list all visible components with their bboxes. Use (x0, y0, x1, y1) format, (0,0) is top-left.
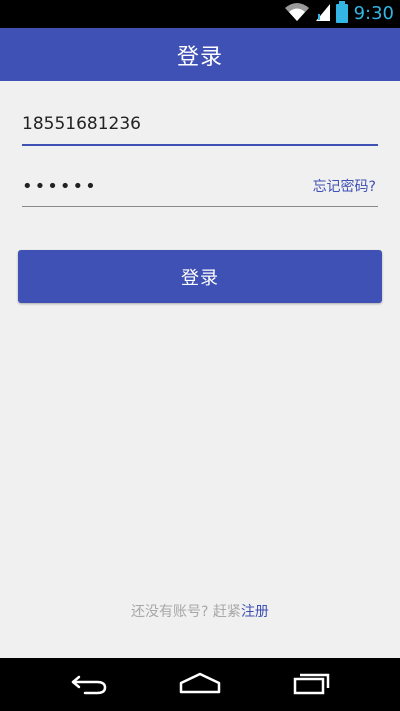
page-title: 登录 (176, 44, 223, 70)
register-prompt-line: 还没有账号? 赶紧注册 (0, 601, 400, 621)
register-prompt-text: 还没有账号? 赶紧 (131, 604, 241, 620)
signal-icon (315, 2, 330, 26)
login-button[interactable]: 登录 (18, 250, 382, 303)
password-field-container: 忘记密码? (22, 166, 378, 207)
register-link[interactable]: 注册 (241, 604, 269, 620)
status-icons: 9:30 (284, 1, 394, 27)
home-icon (178, 671, 222, 699)
home-button[interactable] (175, 668, 225, 702)
password-underline (22, 206, 378, 207)
forgot-password-link[interactable]: 忘记密码? (313, 176, 376, 196)
wifi-icon (284, 2, 310, 26)
recents-icon (291, 671, 331, 699)
status-bar: 9:30 (0, 0, 400, 28)
navigation-bar (0, 658, 400, 711)
battery-icon (335, 1, 348, 27)
recents-button[interactable] (286, 668, 336, 702)
app-bar: 登录 (0, 28, 400, 81)
phone-underline (22, 144, 378, 146)
phone-input[interactable] (22, 104, 302, 144)
password-input[interactable] (22, 166, 302, 206)
status-time: 9:30 (353, 3, 394, 24)
back-icon (69, 671, 109, 699)
phone-field-container (22, 104, 378, 146)
back-button[interactable] (64, 668, 114, 702)
